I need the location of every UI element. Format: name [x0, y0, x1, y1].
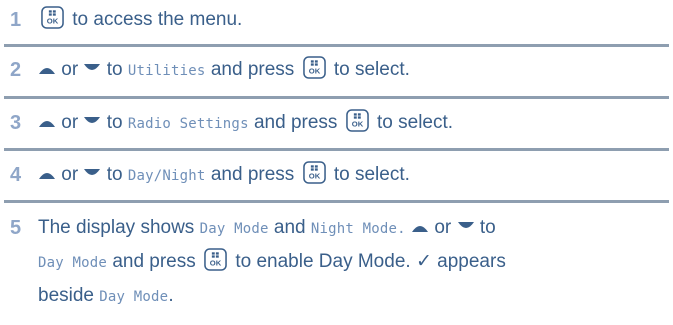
period-text: . [168, 285, 174, 306]
menu-item-day-night: Day/Night [127, 168, 206, 184]
ok-menu-key-icon [303, 161, 326, 184]
appears-text: appears [437, 251, 506, 272]
ok-menu-key-icon [346, 109, 369, 132]
and-text: and [273, 217, 306, 238]
to-text: to [106, 164, 123, 185]
step-line-2: Day Mode and press to enable Day Mode. ✓… [38, 246, 506, 279]
step-content: or to Radio Settings and press to select… [38, 107, 669, 140]
up-arrow-icon [411, 221, 429, 233]
lead-text: The display shows [38, 217, 195, 238]
down-arrow-icon [83, 168, 101, 180]
step-number: 2 [10, 59, 22, 81]
up-arrow-icon [38, 168, 56, 180]
ok-menu-key-icon [204, 248, 227, 271]
step-line-1: The display shows Day Mode and Night Mod… [38, 212, 496, 245]
step-divider [4, 44, 669, 47]
to-text: to [106, 59, 123, 80]
to-text: to [106, 112, 123, 133]
up-arrow-icon [38, 116, 56, 128]
down-arrow-icon [83, 116, 101, 128]
or-text: or [434, 217, 452, 238]
down-arrow-icon [83, 63, 101, 75]
and-press-text: and press [210, 59, 295, 80]
enable-text: to enable Day Mode. [235, 251, 411, 272]
step-text: to select. [333, 164, 410, 185]
step-content: or to Day/Night and press to select. [38, 159, 669, 192]
checkmark-icon: ✓ [415, 251, 432, 272]
beside-text: beside [38, 285, 94, 306]
step-number: 1 [10, 9, 22, 31]
step-text: to select. [377, 112, 454, 133]
step-line-3: beside Day Mode. [38, 280, 174, 313]
or-text: or [61, 164, 79, 185]
and-press-text: and press [112, 251, 196, 272]
step-divider [4, 148, 669, 151]
option-day-mode: Day Mode [199, 221, 269, 237]
step-text: to select. [333, 59, 410, 80]
option-night-mode: Night Mode. [310, 221, 406, 237]
step-number: 3 [10, 112, 22, 134]
step-5: 5 The display shows Day Mode and Night M… [0, 212, 673, 322]
menu-item-utilities: Utilities [127, 63, 206, 79]
ok-menu-key-icon [41, 6, 64, 29]
step-text: to access the menu. [72, 9, 243, 30]
step-content: or to Utilities and press to select. [38, 54, 669, 87]
step-divider [4, 96, 669, 99]
step-divider [4, 200, 669, 203]
step-number: 4 [10, 164, 22, 186]
and-press-text: and press [210, 164, 295, 185]
target-day-mode: Day Mode [38, 255, 108, 271]
to-text: to [479, 217, 496, 238]
menu-item-radio-settings: Radio Settings [127, 116, 249, 132]
and-press-text: and press [253, 112, 338, 133]
beside-day-mode: Day Mode [99, 289, 169, 305]
or-text: or [61, 112, 79, 133]
step-number: 5 [10, 217, 22, 239]
step-content: The display shows Day Mode and Night Mod… [38, 212, 669, 322]
or-text: or [61, 59, 79, 80]
ok-menu-key-icon [303, 56, 326, 79]
up-arrow-icon [38, 63, 56, 75]
step-content: to access the menu. [38, 4, 669, 36]
down-arrow-icon [457, 221, 475, 233]
